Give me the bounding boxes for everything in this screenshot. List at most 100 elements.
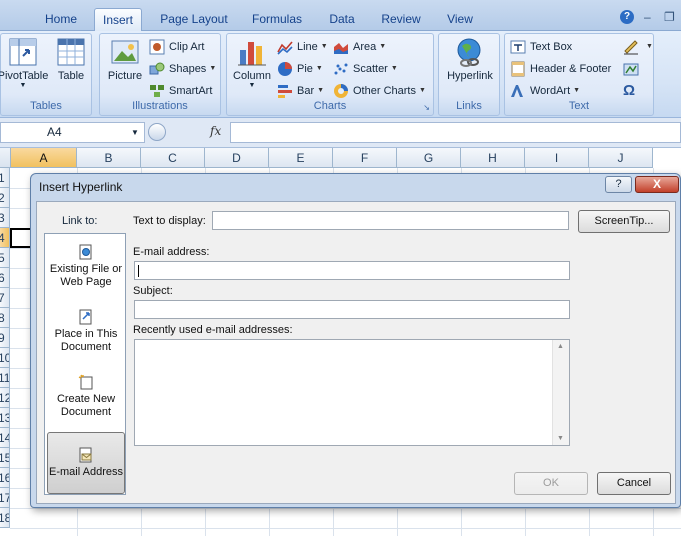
subject-label: Subject: [133, 285, 173, 297]
formula-cancel-icon[interactable] [148, 123, 166, 141]
restore-icon[interactable]: ❐ [664, 10, 675, 24]
insert-function-icon[interactable]: fx [210, 124, 221, 138]
area-chart-button[interactable]: Area ▼ [333, 37, 386, 57]
link-to-existing-file-line2: Web Page [60, 276, 112, 288]
row-header[interactable]: 4 [0, 228, 10, 248]
column-header[interactable]: A [11, 148, 77, 168]
dialog-close-button[interactable]: X [635, 176, 679, 193]
help-icon[interactable]: ? [620, 10, 634, 24]
tab-data[interactable]: Data [320, 8, 364, 31]
dialog-help-button[interactable]: ? [605, 176, 632, 193]
cancel-button[interactable]: Cancel [597, 472, 671, 495]
tab-review[interactable]: Review [374, 8, 428, 31]
object-icon [623, 63, 639, 76]
link-to-create-new-line2: Document [60, 406, 112, 418]
pie-chart-button[interactable]: Pie ▼ [277, 59, 323, 79]
select-all-corner[interactable] [0, 148, 11, 168]
column-header[interactable]: J [589, 148, 653, 168]
row-header[interactable]: 14 [0, 428, 10, 448]
row-header[interactable]: 6 [0, 268, 10, 288]
scroll-up-icon[interactable]: ▲ [557, 343, 564, 350]
gridline [10, 508, 681, 509]
object-button[interactable] [623, 59, 643, 79]
row-header[interactable]: 11 [0, 368, 10, 388]
column-header[interactable]: C [141, 148, 205, 168]
column-header[interactable]: B [77, 148, 141, 168]
row-header[interactable]: 10 [0, 348, 10, 368]
shapes-icon [149, 62, 165, 75]
wordart-button[interactable]: WordArt ▼ [510, 81, 580, 101]
tab-page-layout[interactable]: Page Layout [154, 8, 234, 31]
wordart-dropdown-icon: ▼ [573, 87, 581, 95]
symbol-button[interactable]: Ω [623, 81, 635, 101]
hyperlink-globe-icon [457, 38, 481, 67]
row-header[interactable]: 18 [0, 508, 10, 528]
name-box-dropdown-icon[interactable]: ▼ [131, 128, 139, 137]
text-box-button[interactable]: Text Box [510, 37, 572, 57]
smartart-icon [150, 85, 164, 98]
group-charts: Column ▼ Line ▼ Pie ▼ Bar ▼ Area ▼ Scatter ▼ … [226, 33, 434, 116]
tab-formulas[interactable]: Formulas [244, 8, 310, 31]
row-header[interactable]: 16 [0, 468, 10, 488]
minimize-icon[interactable]: – [644, 10, 651, 24]
table-button[interactable]: Table [53, 36, 89, 82]
row-header[interactable]: 3 [0, 208, 10, 228]
header-footer-button[interactable]: Header & Footer [510, 59, 611, 79]
bar-chart-button[interactable]: Bar ▼ [277, 81, 324, 101]
link-to-place-line1: Place in This [54, 328, 118, 340]
row-header[interactable]: 1 [0, 168, 10, 188]
clip-art-button[interactable]: Clip Art [149, 37, 204, 57]
smartart-label: SmartArt [169, 85, 213, 97]
row-header[interactable]: 12 [0, 388, 10, 408]
link-to-place-line2: Document [60, 341, 112, 353]
column-header[interactable]: H [461, 148, 525, 168]
row-header[interactable]: 7 [0, 288, 10, 308]
link-to-existing-file[interactable]: Existing File or Web Page [47, 238, 125, 300]
recent-emails-list[interactable]: ▲ ▼ [134, 339, 570, 446]
dialog-body: Link to: Existing File or Web Page Place… [36, 201, 676, 504]
dialog-launcher-icon[interactable]: ↘ [423, 103, 430, 112]
picture-icon [111, 40, 139, 64]
tab-home[interactable]: Home [36, 8, 86, 31]
ok-button[interactable]: OK [514, 472, 588, 495]
column-header[interactable]: G [397, 148, 461, 168]
row-header[interactable]: 5 [0, 248, 10, 268]
row-header[interactable]: 15 [0, 448, 10, 468]
row-header[interactable]: 8 [0, 308, 10, 328]
signature-line-button[interactable]: ▼ [623, 37, 653, 57]
column-header[interactable]: D [205, 148, 269, 168]
recent-emails-scrollbar[interactable]: ▲ ▼ [552, 340, 569, 445]
email-address-input[interactable] [134, 261, 570, 280]
scroll-down-icon[interactable]: ▼ [557, 435, 564, 442]
column-header[interactable]: F [333, 148, 397, 168]
subject-input[interactable] [134, 300, 570, 319]
scatter-chart-button[interactable]: Scatter ▼ [333, 59, 398, 79]
tab-insert[interactable]: Insert [94, 8, 142, 32]
tab-view[interactable]: View [438, 8, 482, 31]
formula-input[interactable] [230, 122, 681, 143]
shapes-button[interactable]: Shapes ▼ [149, 59, 216, 79]
text-to-display-input[interactable] [212, 211, 569, 230]
row-header[interactable]: 2 [0, 188, 10, 208]
group-title-links: Links [456, 100, 482, 112]
bar-chart-label: Bar [297, 85, 315, 97]
line-chart-button[interactable]: Line ▼ [277, 37, 328, 57]
column-chart-button[interactable]: Column ▼ [230, 36, 274, 89]
link-to-email-address[interactable]: E-mail Address [47, 432, 125, 494]
row-header[interactable]: 17 [0, 488, 10, 508]
screentip-button[interactable]: ScreenTip... [578, 210, 670, 233]
link-to-place-in-document[interactable]: Place in This Document [47, 303, 125, 365]
column-header[interactable]: E [269, 148, 333, 168]
row-header[interactable]: 9 [0, 328, 10, 348]
name-box[interactable]: A4 [0, 122, 145, 143]
smartart-button[interactable]: SmartArt [149, 81, 212, 101]
column-chart-label: Column [233, 70, 271, 82]
link-to-create-new-document[interactable]: Create New Document [47, 368, 125, 430]
group-title-charts: Charts [313, 100, 347, 112]
hyperlink-button[interactable]: Hyperlink [441, 36, 499, 82]
column-header[interactable]: I [525, 148, 589, 168]
other-charts-button[interactable]: Other Charts ▼ [333, 81, 426, 101]
pivottable-button[interactable]: PivotTable ▼ [0, 36, 51, 89]
row-header[interactable]: 13 [0, 408, 10, 428]
picture-button[interactable]: Picture [103, 36, 147, 82]
